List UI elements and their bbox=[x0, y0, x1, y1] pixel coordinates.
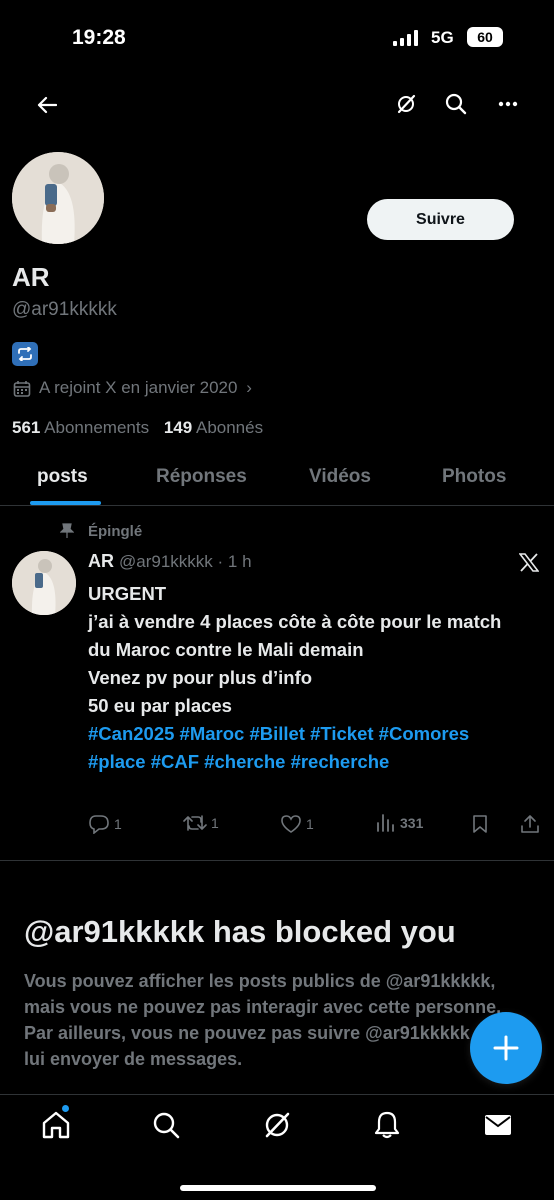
home-icon bbox=[42, 1111, 70, 1139]
plus-icon bbox=[493, 1035, 519, 1061]
share-action[interactable] bbox=[520, 814, 540, 834]
followers-link[interactable]: 149 Abonnés bbox=[164, 418, 263, 437]
tab-posts[interactable]: posts bbox=[37, 466, 88, 488]
calendar-icon bbox=[13, 381, 31, 397]
status-time: 19:28 bbox=[72, 26, 126, 49]
followers-label: Abonnés bbox=[195, 418, 264, 437]
more-button[interactable] bbox=[494, 90, 522, 118]
like-action[interactable]: 1 bbox=[280, 814, 314, 834]
back-arrow-icon bbox=[37, 96, 57, 114]
chevron-right-icon: › bbox=[246, 378, 252, 397]
nav-explore[interactable] bbox=[146, 1108, 186, 1142]
explore-icon bbox=[153, 1112, 180, 1139]
signal-icon bbox=[393, 30, 418, 46]
post-line: 50 eu par places bbox=[88, 695, 232, 716]
bookmark-icon bbox=[473, 815, 487, 833]
profile-name: AR bbox=[12, 262, 50, 292]
post-line: j’ai à vendre 4 places côte à côte pour … bbox=[88, 611, 502, 660]
nav-notifications[interactable] bbox=[367, 1108, 407, 1142]
tab-photos[interactable]: Photos bbox=[442, 466, 506, 488]
home-indicator bbox=[180, 1185, 376, 1191]
followers-count: 149 bbox=[163, 418, 193, 437]
avatar-image bbox=[12, 551, 76, 615]
post-header: AR @ar91kkkkk · 1 h bbox=[88, 551, 252, 572]
battery-indicator: 60 bbox=[467, 27, 503, 47]
follow-counts: 561 Abonnements 149 Abonnés bbox=[12, 418, 263, 438]
grok-icon bbox=[397, 94, 416, 114]
grok-button[interactable] bbox=[392, 90, 420, 118]
following-link[interactable]: 561 Abonnements bbox=[12, 418, 149, 437]
post-divider bbox=[0, 860, 554, 861]
repost-emoji-icon bbox=[12, 342, 38, 366]
nav-messages[interactable] bbox=[478, 1108, 518, 1142]
views-icon bbox=[377, 814, 394, 832]
like-count: 1 bbox=[306, 816, 314, 832]
compose-button[interactable] bbox=[470, 1012, 542, 1084]
search-button[interactable] bbox=[442, 90, 470, 118]
join-date-text: A rejoint X en janvier 2020 bbox=[39, 378, 238, 397]
repost-action[interactable]: 1 bbox=[183, 814, 219, 832]
reply-count: 1 bbox=[114, 816, 122, 832]
bookmark-action[interactable] bbox=[472, 814, 488, 834]
post-line: Venez pv pour plus d’info bbox=[88, 667, 313, 688]
blocked-description: Vous pouvez afficher les posts publics d… bbox=[24, 971, 502, 1069]
post-author-meta: @ar91kkkkk · 1 h bbox=[119, 552, 252, 571]
x-logo-icon bbox=[519, 553, 539, 572]
following-label: Abonnements bbox=[44, 418, 150, 437]
pin-icon bbox=[60, 523, 74, 538]
profile-handle: @ar91kkkkk bbox=[12, 299, 117, 320]
post-line: URGENT bbox=[88, 583, 167, 604]
reply-action[interactable]: 1 bbox=[88, 814, 122, 834]
more-icon bbox=[498, 101, 518, 107]
tab-videos[interactable]: Vidéos bbox=[309, 466, 371, 488]
grok-icon bbox=[265, 1112, 290, 1138]
pinned-label: Épinglé bbox=[88, 523, 143, 540]
search-icon bbox=[445, 93, 467, 115]
messages-icon bbox=[485, 1115, 511, 1135]
post-text: URGENT j’ai à vendre 4 places côte à côt… bbox=[88, 580, 528, 776]
notifications-icon bbox=[374, 1111, 400, 1139]
share-icon bbox=[521, 815, 539, 833]
avatar-image bbox=[12, 152, 104, 244]
join-date[interactable]: A rejoint X en janvier 2020 › bbox=[39, 378, 252, 398]
profile-avatar[interactable] bbox=[12, 152, 104, 244]
post-hashtags[interactable]: #Can2025 #Maroc #Billet #Ticket #Comores… bbox=[88, 720, 528, 776]
network-label: 5G bbox=[431, 28, 454, 47]
repost-icon bbox=[183, 815, 207, 831]
reply-icon bbox=[89, 815, 109, 834]
views-count: 331 bbox=[400, 815, 424, 831]
nav-home[interactable] bbox=[36, 1108, 76, 1142]
views-action[interactable]: 331 bbox=[376, 814, 423, 832]
follow-button[interactable]: Suivre bbox=[367, 199, 514, 240]
tabs-divider bbox=[0, 505, 554, 506]
repost-count: 1 bbox=[211, 815, 219, 831]
blocked-title: @ar91kkkkk has blocked you bbox=[24, 914, 456, 949]
back-button[interactable] bbox=[32, 90, 62, 120]
post-author-name[interactable]: AR bbox=[88, 551, 114, 571]
following-count: 561 bbox=[12, 418, 41, 437]
like-icon bbox=[281, 815, 301, 833]
nav-grok[interactable] bbox=[257, 1108, 297, 1142]
post-author-avatar[interactable] bbox=[12, 551, 76, 615]
tab-replies[interactable]: Réponses bbox=[156, 466, 247, 488]
